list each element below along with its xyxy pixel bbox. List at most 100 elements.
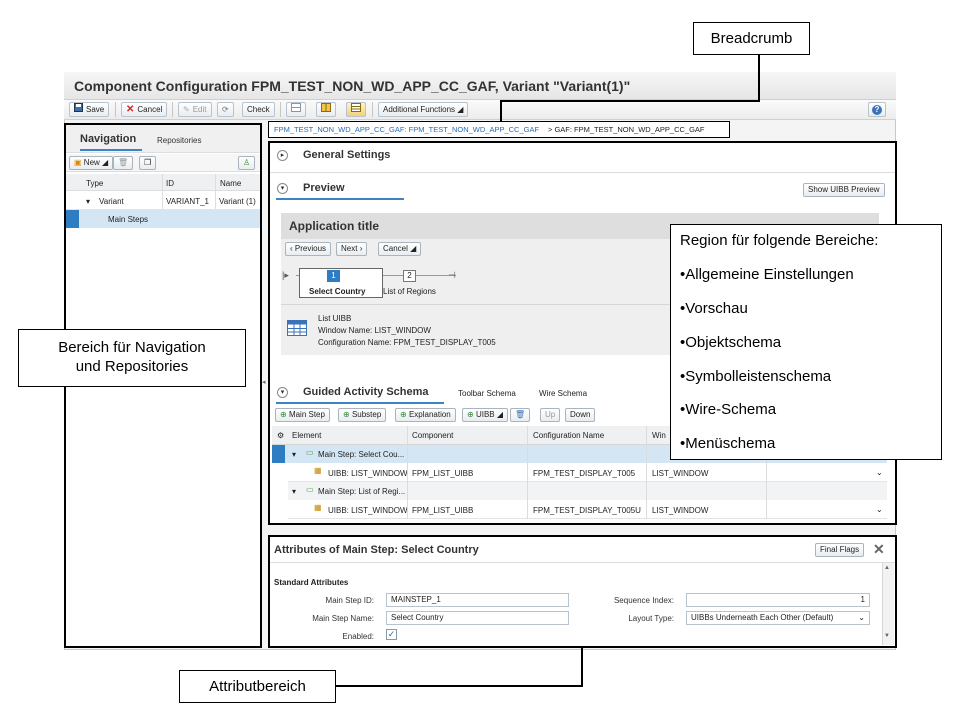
layout-button-1[interactable]	[286, 102, 306, 117]
divider	[270, 172, 895, 173]
down-button[interactable]: Down	[565, 408, 596, 422]
add-icon: ⊕	[467, 410, 474, 419]
row-selector[interactable]	[66, 210, 79, 228]
expand-icon[interactable]: ▾	[86, 197, 90, 206]
section-general-settings[interactable]: General Settings	[303, 149, 390, 161]
column-header-configuration: Configuration Name	[533, 431, 605, 440]
layout-button-3[interactable]	[346, 102, 366, 117]
cancel-button[interactable]: Cancel ◢	[378, 242, 422, 256]
layout-button-2[interactable]	[316, 102, 336, 117]
tab-toolbar-schema[interactable]: Toolbar Schema	[458, 389, 516, 398]
row-type: Main Steps	[108, 215, 149, 224]
toolbar-separator	[172, 102, 173, 117]
leader-line	[581, 648, 583, 686]
folder-icon: ▭	[306, 448, 314, 457]
row-selector[interactable]	[272, 445, 285, 463]
expand-icon[interactable]: ▾	[292, 450, 296, 459]
refresh-button[interactable]: ⟳	[217, 102, 234, 117]
section-preview[interactable]: Preview	[303, 182, 345, 194]
splitter-handle[interactable]: ◂	[262, 378, 266, 386]
tab-navigation[interactable]: Navigation	[80, 133, 136, 145]
column-header-name: Name	[220, 179, 242, 188]
previous-button[interactable]: ‹ Previous	[285, 242, 332, 256]
row-element: UIBB: LIST_WINDOW	[328, 506, 408, 515]
next-button[interactable]: Next ›	[336, 242, 368, 256]
edit-button[interactable]: ✎ Edit	[178, 102, 212, 117]
section-standard-attributes: Standard Attributes	[274, 578, 349, 587]
callout-list-item: •Menüschema	[680, 435, 776, 452]
toolbar-separator	[372, 102, 373, 117]
sequence-index-label: Sequence Index:	[613, 596, 674, 605]
delete-button[interactable]: 🗑	[113, 156, 134, 170]
main-step-id-field[interactable]: MAINSTEP_1	[386, 593, 569, 607]
row-component: FPM_LIST_UIBB	[412, 506, 474, 515]
main-step-id-label: Main Step ID:	[325, 596, 374, 605]
save-icon	[74, 103, 83, 116]
grid-divider	[646, 426, 647, 519]
table-icon	[287, 320, 307, 338]
dropdown-icon: ◢	[457, 105, 464, 114]
scroll-up-icon[interactable]: ▲	[884, 565, 890, 571]
add-substep-button[interactable]: ⊕ Substep	[338, 408, 387, 422]
pencil-icon: ✎	[183, 105, 190, 115]
rows-icon	[351, 103, 361, 114]
new-icon: ▣	[74, 158, 82, 167]
toolbar-separator	[115, 102, 116, 117]
expand-icon[interactable]: ▾	[292, 487, 296, 496]
add-uibb-button[interactable]: ⊕ UIBB ◢	[462, 408, 508, 422]
scroll-down-icon[interactable]: ▼	[884, 633, 890, 639]
toolbar-separator	[280, 102, 281, 117]
callout-text: und Repositories	[75, 358, 189, 375]
copy-button[interactable]: ❐	[139, 156, 157, 170]
row-id: VARIANT_1	[166, 197, 209, 206]
tab-wire-schema[interactable]: Wire Schema	[539, 389, 587, 398]
add-main-step-button[interactable]: ⊕ Main Step	[275, 408, 330, 422]
grid-settings-icon[interactable]: ⚙	[277, 431, 284, 440]
show-uibb-preview-button[interactable]: Show UIBB Preview	[803, 183, 885, 197]
callout-list-item: •Allgemeine Einstellungen	[680, 266, 854, 283]
tab-guided-activity-schema[interactable]: Guided Activity Schema	[303, 386, 429, 398]
column-header-element: Element	[292, 431, 322, 440]
expand-icon[interactable]: ▸	[277, 150, 288, 161]
callout-text: Region für folgende Bereiche:	[680, 232, 879, 249]
enabled-checkbox[interactable]: ✓	[386, 629, 397, 640]
breadcrumb-link[interactable]: FPM_TEST_NON_WD_APP_CC_GAF: FPM_TEST_NON…	[274, 125, 539, 134]
close-icon[interactable]: ✕	[873, 541, 885, 558]
callout-navigation: Bereich für Navigation und Repositories	[18, 329, 246, 387]
application-title: Application title	[289, 219, 379, 233]
callout-region: Region für folgende Bereiche: •Allgemein…	[670, 224, 942, 460]
table-row-selected[interactable]	[66, 210, 260, 228]
save-button[interactable]: Save	[69, 102, 110, 117]
tab-repositories[interactable]: Repositories	[157, 136, 201, 145]
add-icon: ⊕	[343, 410, 350, 419]
chevron-down-icon[interactable]: ⌄	[876, 505, 883, 514]
add-explanation-button[interactable]: ⊕ Explanation	[395, 408, 456, 422]
delete-button[interactable]: 🗑	[510, 408, 531, 422]
sequence-index-field[interactable]: 1	[686, 593, 870, 607]
assign-button[interactable]: ♙	[238, 156, 256, 170]
chevron-down-icon[interactable]: ⌄	[876, 468, 883, 477]
new-button[interactable]: ▣ New ◢	[69, 156, 114, 170]
row-type: Variant	[99, 197, 124, 206]
column-header-type: Type	[86, 179, 104, 188]
additional-functions-button[interactable]: Additional Functions ◢	[378, 102, 469, 117]
final-flags-button[interactable]: Final Flags	[815, 543, 865, 557]
layout-type-select[interactable]: UIBBs Underneath Each Other (Default) ⌄	[686, 611, 870, 625]
step-number[interactable]: 2	[403, 270, 416, 282]
column-header-id: ID	[166, 179, 174, 188]
help-button[interactable]: ?	[868, 102, 886, 117]
check-button[interactable]: Check	[242, 102, 275, 117]
uibb-icon: ▦	[314, 503, 322, 512]
cancel-button[interactable]: ✕ Cancel	[121, 102, 168, 117]
collapse-icon[interactable]: ▾	[277, 387, 288, 398]
row-element: UIBB: LIST_WINDOW	[328, 469, 408, 478]
up-button[interactable]: Up	[540, 408, 561, 422]
collapse-icon[interactable]: ▾	[277, 183, 288, 194]
enabled-label: Enabled:	[342, 632, 374, 641]
step-label[interactable]: List of Regions	[383, 287, 436, 296]
dropdown-icon: ◢	[102, 158, 109, 167]
row-component: FPM_LIST_UIBB	[412, 469, 474, 478]
step-number: 1	[327, 270, 340, 282]
step-label: Select Country	[309, 287, 366, 296]
main-step-name-field[interactable]: Select Country	[386, 611, 569, 625]
